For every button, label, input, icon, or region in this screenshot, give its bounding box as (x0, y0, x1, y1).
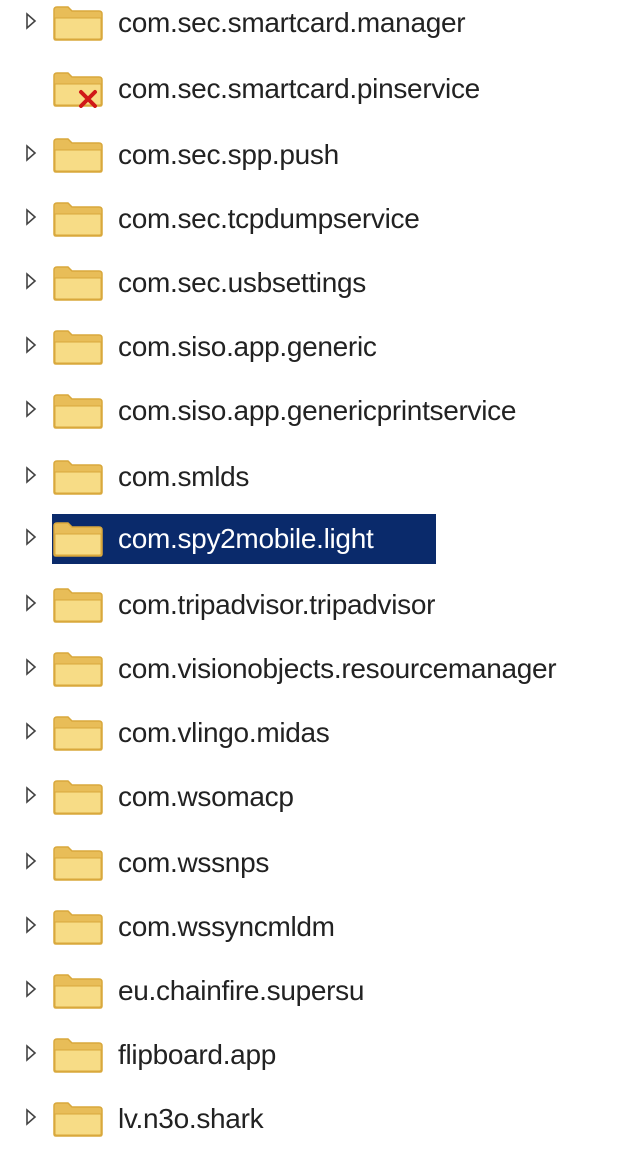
folder-icon (52, 650, 104, 688)
tree-item-label: com.sec.smartcard.pinservice (118, 73, 480, 104)
tree-item[interactable]: com.sec.smartcard.pinservice (0, 62, 639, 120)
tree-item-label: com.sec.smartcard.manager (118, 7, 466, 38)
tree-item-label: com.sec.spp.push (118, 139, 339, 170)
folder-icon (52, 586, 104, 624)
expand-arrow-icon[interactable] (25, 592, 37, 614)
expand-arrow-icon[interactable] (25, 398, 37, 420)
tree-item[interactable]: lv.n3o.shark (0, 1092, 639, 1150)
tree-item-label: lv.n3o.shark (118, 1103, 264, 1134)
tree-item-label: eu.chainfire.supersu (118, 975, 365, 1006)
tree-item-label: com.siso.app.genericprintservice (118, 395, 517, 426)
expand-arrow-icon[interactable] (25, 784, 37, 806)
tree-item-label: com.wsomacp (118, 781, 294, 812)
tree-item[interactable]: com.tripadvisor.tripadvisor (0, 578, 639, 636)
tree-item[interactable]: com.sec.smartcard.manager (0, 0, 639, 54)
tree-item[interactable]: com.smlds (0, 450, 639, 508)
expand-arrow-icon[interactable] (25, 720, 37, 742)
tree-item-label: com.sec.tcpdumpservice (118, 203, 420, 234)
tree-item[interactable]: com.wsomacp (0, 770, 639, 828)
folder-icon (52, 972, 104, 1010)
folder-icon (52, 778, 104, 816)
folder-icon (52, 1100, 104, 1138)
tree-item-label: flipboard.app (118, 1039, 277, 1070)
folder-icon (52, 714, 104, 752)
tree-item-label: com.smlds (118, 461, 250, 492)
expand-arrow-icon[interactable] (25, 1106, 37, 1128)
tree-item-selected[interactable]: com.spy2mobile.light (0, 512, 639, 570)
expand-arrow-icon[interactable] (25, 142, 37, 164)
folder-icon (52, 1036, 104, 1074)
folder-icon (52, 844, 104, 882)
expand-arrow-icon[interactable] (25, 978, 37, 1000)
folder-icon (52, 458, 104, 496)
expand-arrow-icon[interactable] (25, 270, 37, 292)
tree-item-label: com.spy2mobile.light (118, 523, 374, 554)
folder-icon (52, 328, 104, 366)
tree-item-label: com.wssnps (118, 847, 270, 878)
folder-icon (52, 392, 104, 430)
expand-arrow-icon[interactable] (25, 914, 37, 936)
folder-icon (52, 264, 104, 302)
folder-icon (52, 200, 104, 238)
tree-item-label: com.sec.usbsettings (118, 267, 366, 298)
tree-item-label: com.wssyncmldm (118, 911, 335, 942)
tree-item[interactable]: com.wssyncmldm (0, 900, 639, 958)
expand-arrow-icon[interactable] (25, 850, 37, 872)
expand-arrow-icon[interactable] (25, 1042, 37, 1064)
tree-item[interactable]: eu.chainfire.supersu (0, 964, 639, 1022)
tree-item[interactable]: com.sec.spp.push (0, 128, 639, 186)
tree-item[interactable]: com.sec.usbsettings (0, 256, 639, 314)
expand-arrow-icon[interactable] (25, 10, 37, 32)
tree-item[interactable]: com.wssnps (0, 836, 639, 894)
tree-item[interactable]: com.siso.app.generic (0, 320, 639, 378)
tree-item-label: com.tripadvisor.tripadvisor (118, 589, 436, 620)
tree-item-label: com.visionobjects.resourcemanager (118, 653, 557, 684)
tree-item[interactable]: com.visionobjects.resourcemanager (0, 642, 639, 700)
folder-icon (52, 520, 104, 558)
tree-item-label: com.vlingo.midas (118, 717, 330, 748)
expand-arrow-icon[interactable] (25, 464, 37, 486)
folder-icon (52, 908, 104, 946)
tree-item[interactable]: com.vlingo.midas (0, 706, 639, 764)
tree-item[interactable]: com.siso.app.genericprintservice (0, 384, 639, 442)
tree-item-label: com.siso.app.generic (118, 331, 377, 362)
tree-item[interactable]: com.sec.tcpdumpservice (0, 192, 639, 250)
expand-arrow-icon[interactable] (25, 206, 37, 228)
folder-tree: com.sec.smartcard.manager com.sec.smartc… (0, 0, 639, 1146)
expand-arrow-icon[interactable] (25, 526, 37, 548)
folder-error-icon (52, 70, 104, 108)
expand-arrow-icon[interactable] (25, 334, 37, 356)
folder-icon (52, 136, 104, 174)
expand-arrow-icon[interactable] (25, 656, 37, 678)
tree-item[interactable]: flipboard.app (0, 1028, 639, 1086)
folder-icon (52, 4, 104, 42)
